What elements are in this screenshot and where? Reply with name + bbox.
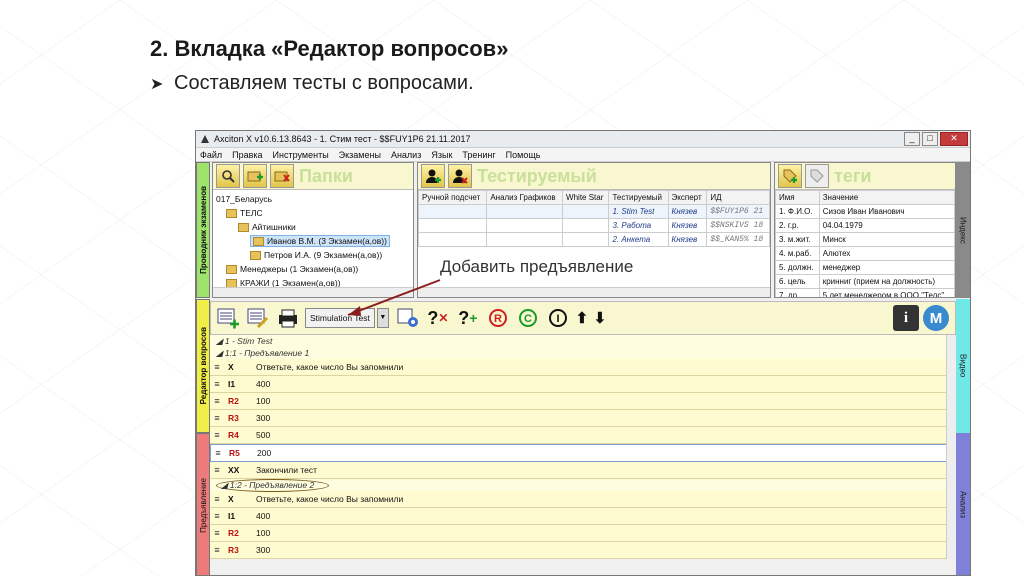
annotation-arrow: [347, 279, 441, 316]
